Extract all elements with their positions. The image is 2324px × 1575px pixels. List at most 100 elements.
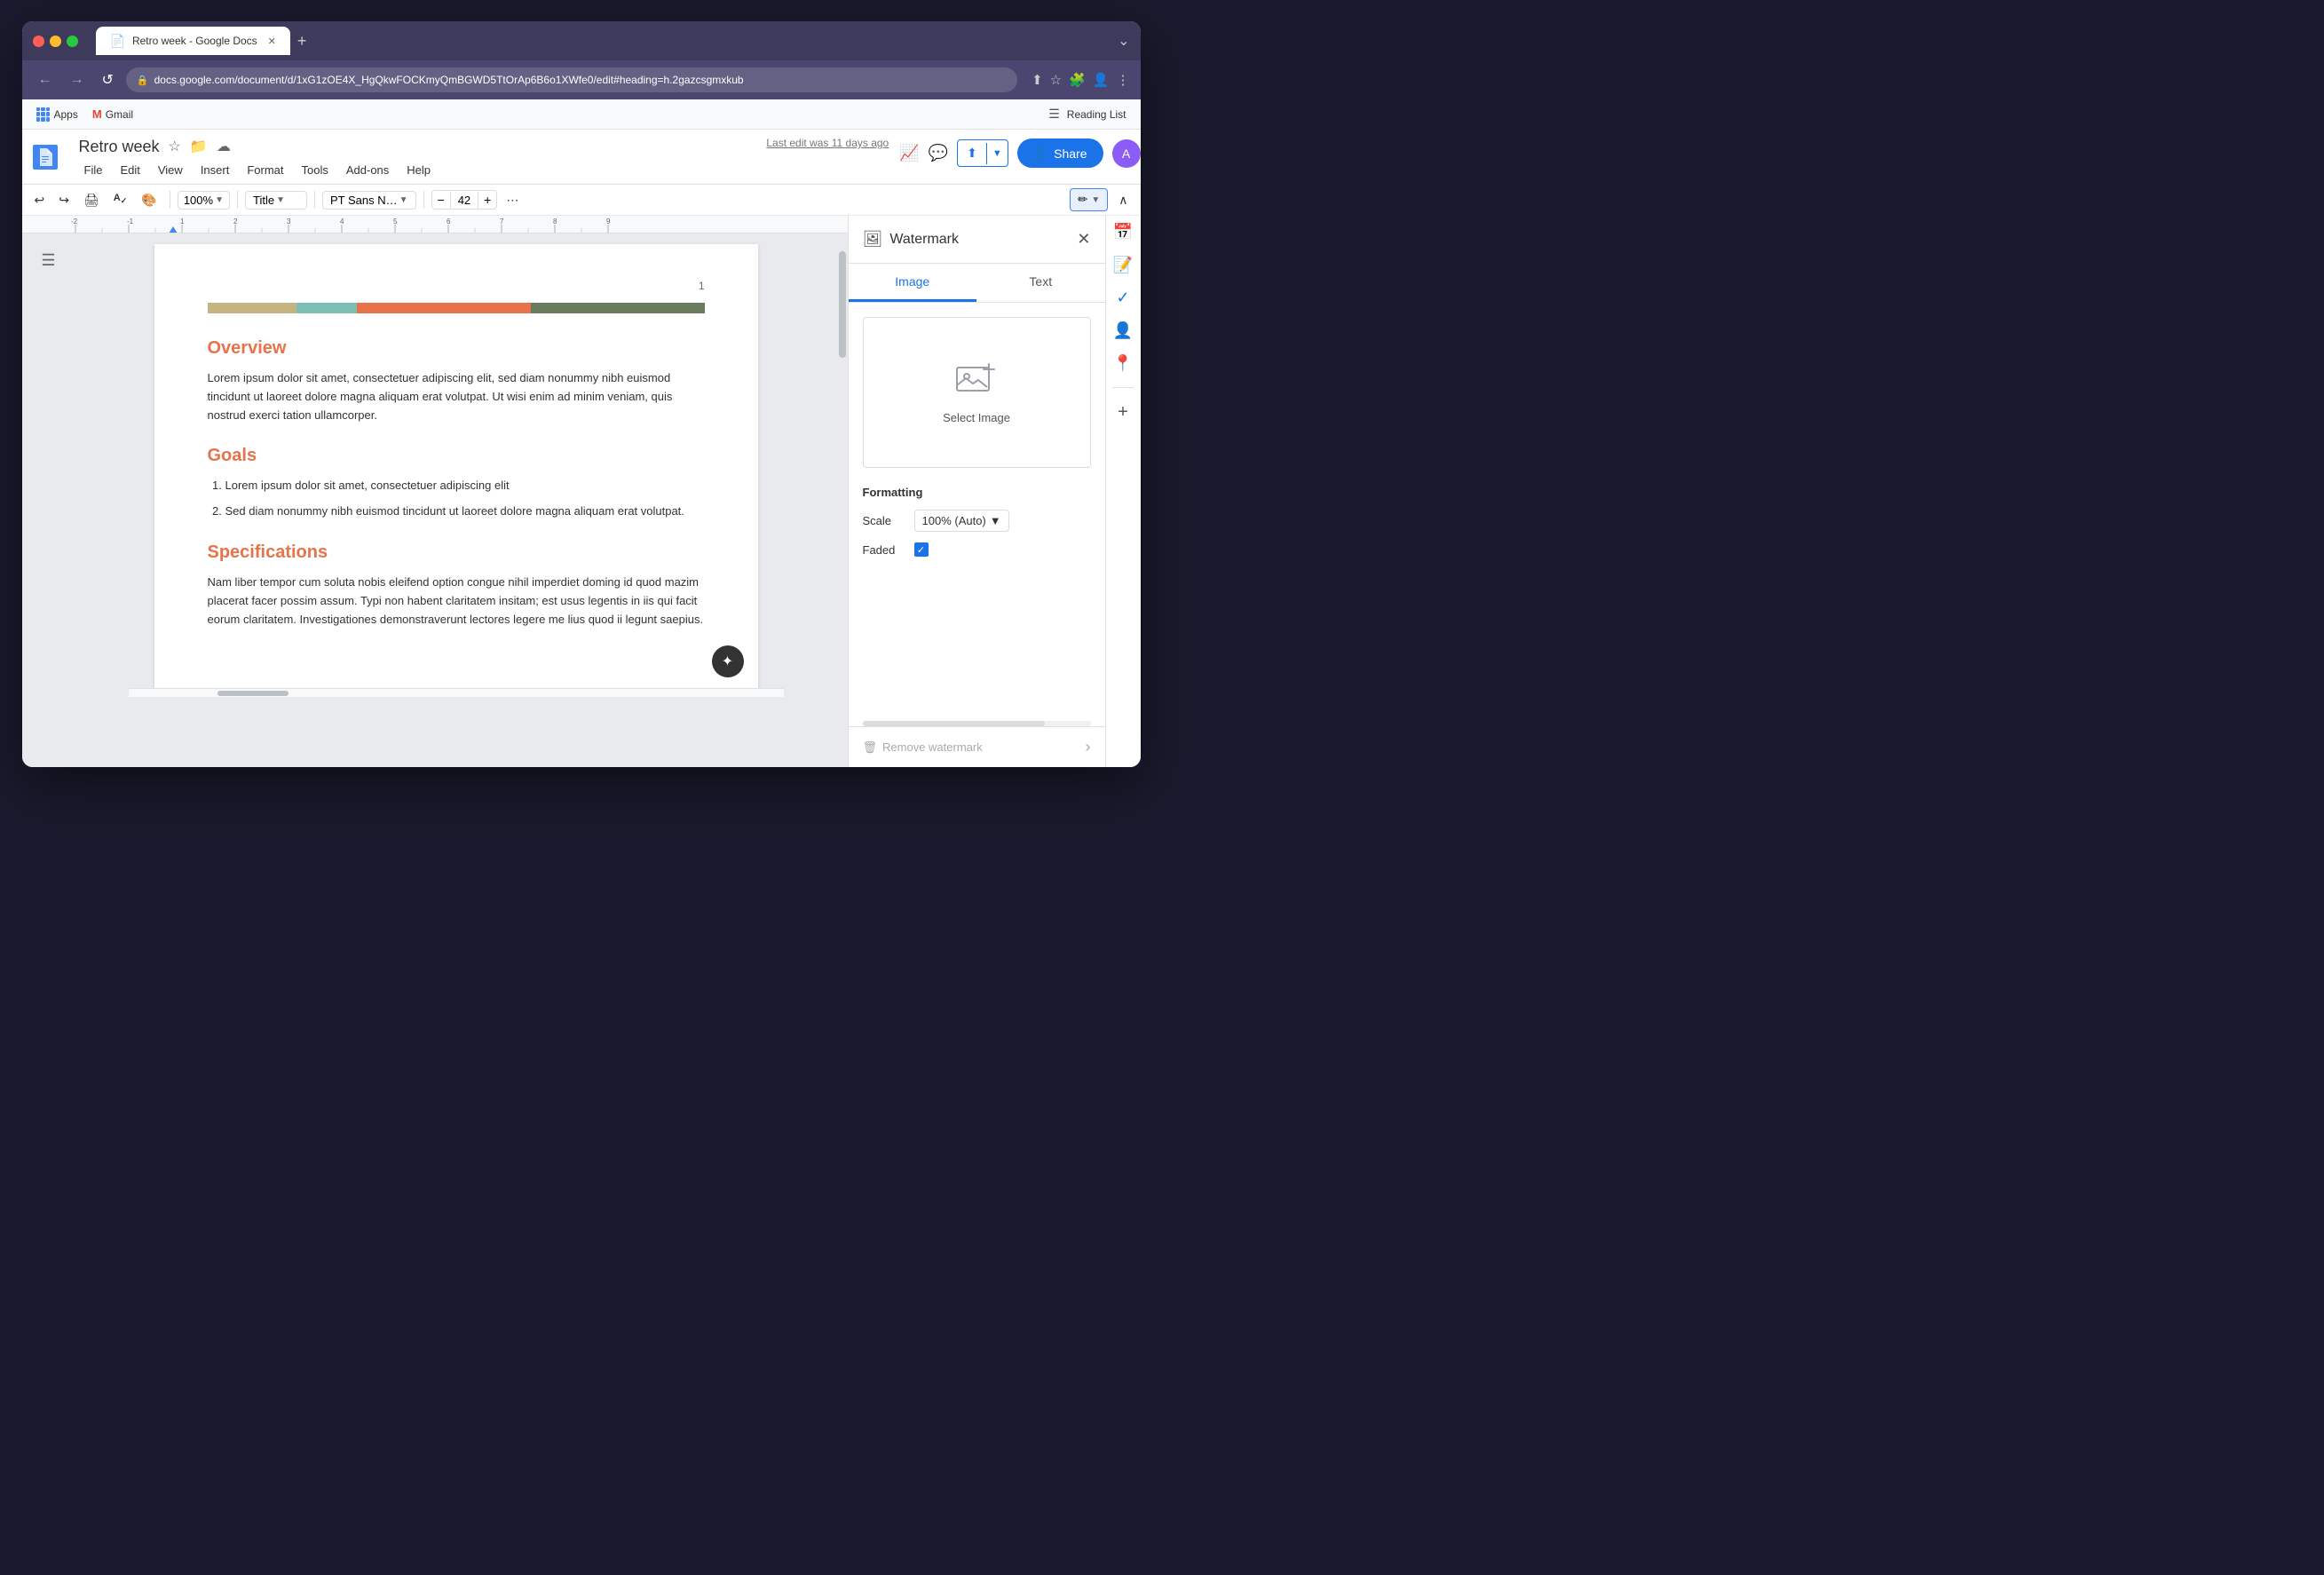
profile-avatar[interactable]: 👤 <box>1093 72 1110 88</box>
docs-title-section: Retro week ☆ 📁 ☁ Last edit was 11 days a… <box>68 130 900 184</box>
document-page: 1 Overview Lorem ipsum dolor sit amet, c… <box>154 244 758 688</box>
ai-assist-button[interactable]: ✦ <box>712 645 744 677</box>
vertical-scrollbar[interactable] <box>837 233 848 767</box>
user-avatar[interactable]: A <box>1112 139 1141 168</box>
redo-button[interactable]: ↪ <box>53 189 75 211</box>
outline-icon[interactable]: ☰ <box>41 251 55 767</box>
menu-help[interactable]: Help <box>398 160 439 180</box>
svg-text:3: 3 <box>287 218 291 226</box>
watermark-panel-scrollbar-thumb <box>863 721 1046 726</box>
style-selector[interactable]: Title ▼ <box>245 191 307 210</box>
apps-bookmark[interactable]: Apps <box>36 107 78 122</box>
reading-list-bookmark[interactable]: ☰ Reading List <box>1048 107 1126 122</box>
svg-text:6: 6 <box>447 218 451 226</box>
docs-app: Retro week ☆ 📁 ☁ Last edit was 11 days a… <box>22 130 1141 767</box>
undo-button[interactable]: ↩ <box>29 189 51 211</box>
menu-format[interactable]: Format <box>238 160 292 180</box>
progress-bar <box>208 303 705 313</box>
svg-text:2: 2 <box>233 218 238 226</box>
watermark-tab-image[interactable]: Image <box>849 264 977 302</box>
address-bar: ← → ↺ 🔒 docs.google.com/document/d/1xG1z… <box>22 60 1141 99</box>
calendar-icon[interactable]: 📅 <box>1113 223 1133 241</box>
print-button[interactable]: 🖨 <box>78 189 105 211</box>
watermark-footer: 🗑 Remove watermark › <box>849 726 1105 767</box>
faded-checkbox[interactable]: ✓ <box>914 542 929 557</box>
select-image-area[interactable]: Select Image <box>863 317 1091 468</box>
close-window-button[interactable] <box>33 36 44 47</box>
svg-text:8: 8 <box>553 218 557 226</box>
reading-list-icon: ☰ <box>1048 107 1060 122</box>
new-tab-button[interactable]: + <box>297 32 307 51</box>
share-page-icon[interactable]: ⬆ <box>1032 72 1043 88</box>
bookmark-icon[interactable]: ☆ <box>1050 72 1062 88</box>
image-placeholder-icon <box>955 360 998 404</box>
bookmarks-bar: Apps M Gmail ☰ Reading List <box>22 99 1141 130</box>
pen-tool-button[interactable]: ✏ ▼ <box>1070 188 1108 211</box>
maps-icon[interactable]: 📍 <box>1113 354 1133 373</box>
active-tab[interactable]: 📄 Retro week - Google Docs ✕ <box>96 27 290 55</box>
document-title[interactable]: Retro week <box>79 138 160 156</box>
minimize-window-button[interactable] <box>50 36 61 47</box>
drive-dropdown-button[interactable]: ▼ <box>986 143 1008 164</box>
trend-icon[interactable]: 📈 <box>899 144 919 162</box>
gmail-bookmark[interactable]: M Gmail <box>92 107 133 121</box>
toolbar-separator-4 <box>423 191 424 209</box>
forward-button[interactable]: → <box>65 68 90 91</box>
more-formatting-button[interactable]: ⋯ <box>501 189 524 211</box>
contacts-icon[interactable]: 👤 <box>1113 321 1133 340</box>
menu-add-ons[interactable]: Add-ons <box>337 160 398 180</box>
move-to-folder-icon[interactable]: 📁 <box>190 138 208 155</box>
share-button[interactable]: 👤 Share <box>1017 139 1103 168</box>
more-options-icon[interactable]: ⋮ <box>1117 72 1130 88</box>
keep-notes-icon[interactable]: 📝 <box>1113 256 1133 274</box>
extensions-icon[interactable]: 🧩 <box>1069 72 1086 88</box>
docs-right-sidebar: 📅 📝 ✓ 👤 📍 + <box>1105 216 1141 767</box>
horizontal-scrollbar[interactable] <box>129 688 784 697</box>
watermark-close-button[interactable]: ✕ <box>1077 230 1090 249</box>
font-size-value[interactable]: 42 <box>450 192 478 209</box>
maximize-window-button[interactable] <box>67 36 78 47</box>
progress-segment-4 <box>531 303 705 313</box>
url-input[interactable]: 🔒 docs.google.com/document/d/1xG1zOE4X_H… <box>126 67 1017 92</box>
decrease-font-button[interactable]: − <box>432 191 450 209</box>
scale-dropdown[interactable]: 100% (Auto) ▼ <box>914 510 1009 532</box>
back-button[interactable]: ← <box>33 68 58 91</box>
tasks-icon[interactable]: ✓ <box>1116 289 1129 307</box>
increase-font-button[interactable]: + <box>478 191 496 209</box>
menu-view[interactable]: View <box>149 160 192 180</box>
spell-check-button[interactable]: A✓ <box>108 189 133 210</box>
menu-tools[interactable]: Tools <box>293 160 337 180</box>
faded-row: Faded ✓ <box>863 542 1091 557</box>
panel-expand-button[interactable]: › <box>1086 738 1091 756</box>
menu-file[interactable]: File <box>75 160 112 180</box>
reading-list-label: Reading List <box>1067 108 1126 121</box>
font-size-control[interactable]: − 42 + <box>431 190 498 210</box>
horizontal-scrollbar-thumb[interactable] <box>217 691 289 696</box>
menu-edit[interactable]: Edit <box>111 160 148 180</box>
font-selector[interactable]: PT Sans N… ▼ <box>322 191 416 210</box>
add-to-drive-button[interactable]: ⬆ <box>958 140 986 166</box>
address-bar-actions: ⬆ ☆ 🧩 👤 ⋮ <box>1032 72 1129 88</box>
menu-insert[interactable]: Insert <box>192 160 239 180</box>
share-icon: 👤 <box>1033 146 1048 161</box>
reload-button[interactable]: ↺ <box>97 67 119 92</box>
overview-body: Lorem ipsum dolor sit amet, consectetuer… <box>208 369 705 424</box>
paint-format-button[interactable]: 🎨 <box>136 189 162 211</box>
remove-watermark-button[interactable]: 🗑 Remove watermark <box>863 740 983 755</box>
remove-watermark-label: Remove watermark <box>882 740 983 754</box>
select-image-label: Select Image <box>943 411 1010 424</box>
specifications-heading: Specifications <box>208 542 705 563</box>
watermark-tab-text[interactable]: Text <box>976 264 1105 302</box>
formatting-title: Formatting <box>863 486 1091 499</box>
goals-list: Lorem ipsum dolor sit amet, consectetuer… <box>208 477 705 521</box>
vertical-scrollbar-thumb[interactable] <box>839 251 846 358</box>
star-icon[interactable]: ☆ <box>169 138 181 155</box>
zoom-selector[interactable]: 100% ▼ <box>178 191 230 210</box>
watermark-body: Select Image Formatting Scale 100% (Auto… <box>849 303 1105 721</box>
expand-toolbar-button[interactable]: ∧ <box>1113 189 1133 211</box>
comment-icon[interactable]: 💬 <box>929 144 948 162</box>
svg-text:-1: -1 <box>127 218 134 226</box>
add-apps-button[interactable]: + <box>1118 402 1128 423</box>
cloud-save-icon[interactable]: ☁ <box>217 138 231 155</box>
tab-close-button[interactable]: ✕ <box>268 36 276 47</box>
